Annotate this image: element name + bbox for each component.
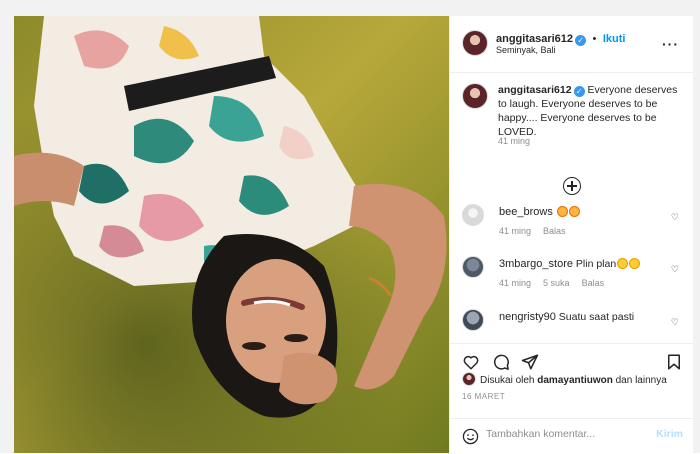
emoji-picker-icon[interactable] <box>462 428 479 445</box>
liker-username[interactable]: damayantiuwon <box>537 375 613 386</box>
reply-link[interactable]: Balas <box>543 226 566 236</box>
comment-row: 3mbargo_store Plin plan 41 ming 5 suka Bal… <box>462 256 687 296</box>
comment-text: bee_brows <box>499 206 580 218</box>
liker-avatar[interactable] <box>462 372 476 386</box>
like-comment-heart-icon[interactable]: ♡ <box>671 317 679 328</box>
comment-meta: 41 ming 5 suka Balas <box>499 278 616 288</box>
post-date[interactable]: 16 MARET <box>462 392 505 401</box>
commenter-avatar[interactable] <box>462 309 484 331</box>
commenter-avatar[interactable] <box>462 256 484 278</box>
comment-bubble-icon[interactable] <box>492 353 510 371</box>
likes-summary: Disukai oleh damayantiuwon dan lainnya <box>462 372 667 386</box>
post-location[interactable]: Seminyak, Bali <box>496 45 556 55</box>
send-comment-button[interactable]: Kirim <box>656 428 683 440</box>
heart-eyes-emoji-icon <box>556 206 568 217</box>
commenter-username[interactable]: nengristy90 <box>499 311 556 323</box>
likes-prefix: Disukai oleh <box>480 375 535 386</box>
comment-body: Plin plan <box>575 258 617 270</box>
verified-badge-icon: ✓ <box>575 35 587 46</box>
instagram-post-window: anggitasari612 ✓ • Ikuti Seminyak, Bali ·… <box>0 0 700 453</box>
comment-time: 41 ming <box>499 226 532 236</box>
post-caption: anggitasari612 ✓ Everyone deserves to lau… <box>498 83 684 139</box>
comments-section[interactable]: anggitasari612 ✓ Everyone deserves to lau… <box>450 73 693 343</box>
caption-time: 41 ming <box>498 136 531 146</box>
comment-body: Suatu saat pasti <box>558 311 635 323</box>
like-heart-icon[interactable] <box>462 353 480 371</box>
author-avatar[interactable] <box>462 30 488 56</box>
post-photo[interactable] <box>14 16 449 453</box>
heart-eyes-emoji-icon <box>568 206 580 217</box>
caption-username[interactable]: anggitasari612 <box>498 84 572 96</box>
more-options-icon[interactable]: ··· <box>662 36 679 52</box>
laughing-emoji-icon <box>629 258 641 269</box>
author-username[interactable]: anggitasari612 <box>496 33 573 45</box>
separator-dot: • <box>592 33 597 45</box>
comment-row: nengristy90 Suatu saat pasti ♡ <box>462 309 687 343</box>
caption-author-avatar[interactable] <box>462 83 488 109</box>
share-send-icon[interactable] <box>521 353 539 371</box>
comment-row: bee_brows 41 ming Balas ♡ <box>462 204 687 244</box>
commenter-username[interactable]: bee_brows <box>499 206 553 218</box>
commenter-username[interactable]: 3mbargo_store <box>499 258 573 270</box>
comment-composer: Tambahkan komentar... Kirim <box>450 418 693 454</box>
likes-suffix[interactable]: dan lainnya <box>616 375 667 386</box>
comment-time: 41 ming <box>499 278 532 288</box>
laughing-emoji-icon <box>617 258 629 269</box>
post-sidebar: anggitasari612 ✓ • Ikuti Seminyak, Bali ·… <box>449 16 693 453</box>
commenter-avatar[interactable] <box>462 204 484 226</box>
comment-likes[interactable]: 5 suka <box>543 278 570 288</box>
left-background-strip <box>0 0 14 453</box>
reply-link[interactable]: Balas <box>582 278 605 288</box>
follow-button[interactable]: Ikuti <box>603 33 626 45</box>
post-header: anggitasari612 ✓ • Ikuti Seminyak, Bali ·… <box>450 16 693 73</box>
right-scrollbar-area[interactable] <box>692 0 700 453</box>
save-bookmark-icon[interactable] <box>665 353 683 371</box>
like-comment-heart-icon[interactable]: ♡ <box>671 212 679 223</box>
verified-badge-icon: ✓ <box>573 86 585 97</box>
top-background-strip <box>14 0 692 16</box>
like-comment-heart-icon[interactable]: ♡ <box>671 264 679 275</box>
comment-text: 3mbargo_store Plin plan <box>499 258 641 270</box>
comment-input[interactable]: Tambahkan komentar... <box>486 428 595 440</box>
comment-meta: 41 ming Balas <box>499 226 578 236</box>
photo-illustration <box>14 16 449 453</box>
comment-text: nengristy90 Suatu saat pasti <box>499 311 634 323</box>
load-more-comments-icon[interactable] <box>563 177 581 195</box>
